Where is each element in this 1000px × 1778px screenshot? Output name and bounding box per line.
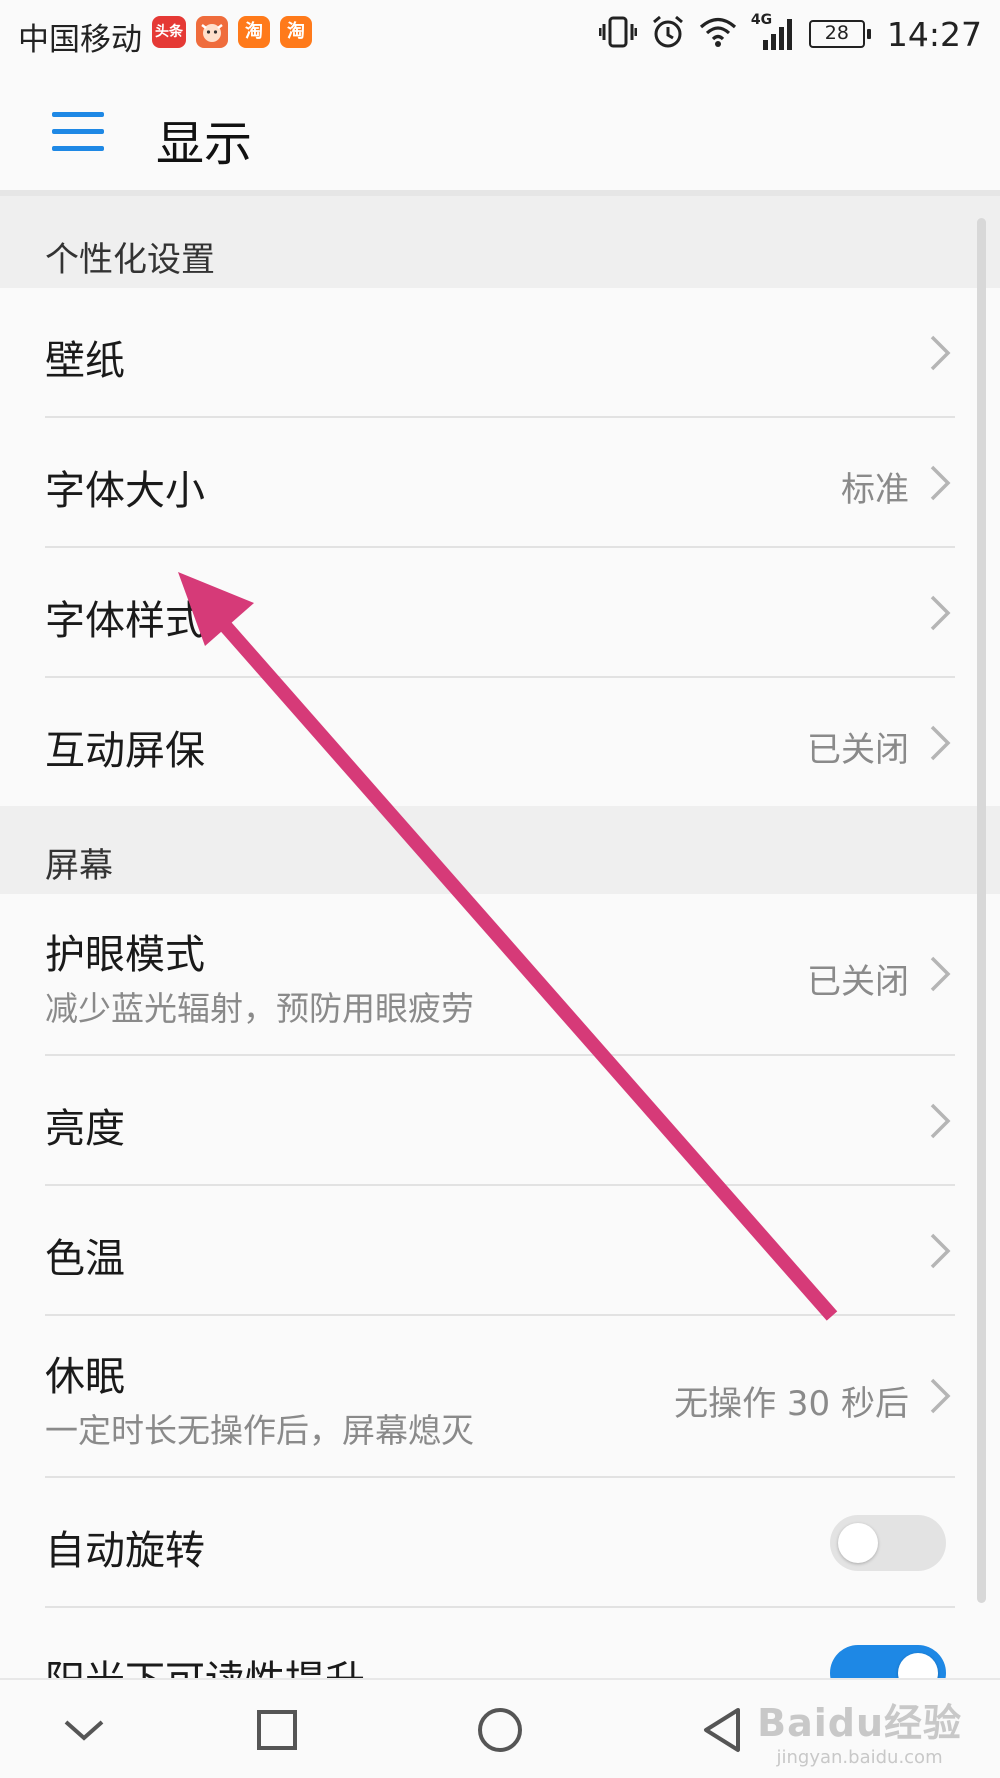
row-title: 字体样式 [45,598,205,644]
row-value: 已关闭 [807,962,909,1002]
section-title: 个性化设置 [45,240,215,280]
row-subtitle: 一定时长无操作后，屏幕熄灭 [45,1411,474,1450]
toutiao-app-icon: 头条 [152,16,186,48]
settings-row-sunlight-readability[interactable]: 阳光下可读性提升 [0,1608,1000,1678]
settings-row-font-style[interactable]: 字体样式 [0,548,1000,678]
settings-row-color-temperature[interactable]: 色温 [0,1186,1000,1316]
section-header-screen: 屏幕 [0,806,1000,894]
alarm-icon [651,15,685,53]
watermark-main: Baidu经验 [757,1701,962,1745]
battery-icon: 28 [808,20,871,48]
row-title: 自动旋转 [45,1528,205,1574]
section-header-personalization: 个性化设置 [0,196,1000,288]
settings-row-brightness[interactable]: 亮度 [0,1056,1000,1186]
settings-list[interactable]: 个性化设置 壁纸 字体大小 标准 字体样式 互动屏保 已关闭 屏幕 护眼模式 减… [0,196,1000,1678]
chevron-right-icon [930,595,951,631]
auto-rotate-toggle[interactable] [830,1515,946,1571]
recent-apps-square-icon[interactable] [245,1698,309,1762]
taobao-app-icon: 淘 [238,16,270,48]
carrier-name: 中国移动 [18,22,142,58]
sunlight-readability-toggle[interactable] [830,1645,946,1678]
row-value: 已关闭 [807,730,909,770]
collapse-chevron-down-icon[interactable] [52,1698,116,1762]
chevron-right-icon [930,1103,951,1139]
settings-row-eye-comfort[interactable]: 护眼模式 减少蓝光辐射，预防用眼疲劳 已关闭 [0,894,1000,1056]
clock: 14:27 [886,14,982,54]
cellular-signal-icon: 4G [751,12,795,52]
row-title: 色温 [45,1236,125,1282]
section-title: 屏幕 [45,846,113,886]
status-bar: 中国移动 头条 淘 淘 4G 28 14:27 [0,0,1000,68]
chevron-right-icon [930,725,951,761]
row-title: 字体大小 [45,468,205,514]
wifi-icon [699,16,737,52]
row-title: 护眼模式 [45,932,205,978]
settings-row-auto-rotate[interactable]: 自动旋转 [0,1478,1000,1608]
row-value: 标准 [841,470,909,510]
row-title: 壁纸 [45,338,125,384]
menu-icon[interactable] [52,112,104,152]
row-title: 互动屏保 [45,728,205,774]
cow-app-icon [196,16,228,48]
row-title: 休眠 [45,1354,125,1400]
row-subtitle: 减少蓝光辐射，预防用眼疲劳 [45,989,474,1028]
toggle-knob [898,1653,938,1678]
chevron-right-icon [930,335,951,371]
navigation-bar: Baidu经验 jingyan.baidu.com [0,1678,1000,1778]
baidu-watermark: Baidu经验 jingyan.baidu.com [757,1692,962,1768]
taobao-app-icon: 淘 [280,16,312,48]
chevron-right-icon [930,956,951,992]
settings-row-screensaver[interactable]: 互动屏保 已关闭 [0,678,1000,806]
chevron-right-icon [930,1233,951,1269]
app-header: 显示 [0,68,1000,196]
row-title: 亮度 [45,1106,125,1152]
settings-row-font-size[interactable]: 字体大小 标准 [0,418,1000,548]
settings-row-wallpaper[interactable]: 壁纸 [0,288,1000,418]
watermark-sub: jingyan.baidu.com [776,1747,943,1768]
page-title: 显示 [156,116,253,172]
row-title: 阳光下可读性提升 [45,1648,365,1678]
scrollbar[interactable] [977,218,986,1603]
chevron-right-icon [930,1378,951,1414]
back-triangle-icon[interactable] [690,1698,754,1762]
row-value: 无操作 30 秒后 [674,1384,909,1424]
chevron-right-icon [930,465,951,501]
vibrate-icon [598,15,638,53]
home-circle-icon[interactable] [468,1698,532,1762]
settings-row-sleep[interactable]: 休眠 一定时长无操作后，屏幕熄灭 无操作 30 秒后 [0,1316,1000,1478]
toggle-knob [838,1523,878,1563]
